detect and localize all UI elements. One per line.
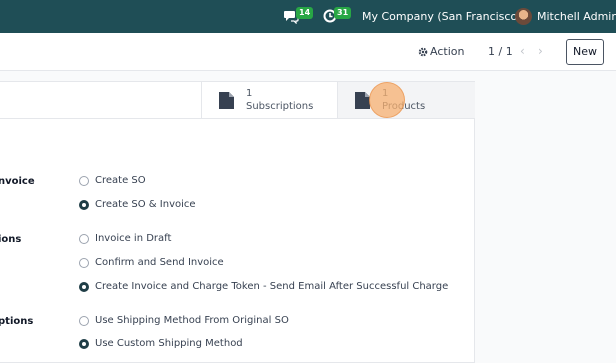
action-label: Action <box>430 45 465 58</box>
radio-button-checked[interactable] <box>79 339 89 349</box>
chevron-right-icon[interactable]: › <box>538 44 543 58</box>
products-stat-button[interactable]: 1 Products <box>337 82 475 118</box>
click-highlight <box>369 82 405 118</box>
radio-button[interactable] <box>79 316 89 326</box>
radio-label: Confirm and Send Invoice <box>95 257 224 268</box>
chat-count-badge: 14 <box>296 7 314 19</box>
user-menu[interactable]: Mitchell Admin <box>537 10 616 23</box>
document-icon <box>219 92 234 109</box>
subscriptions-label: Subscriptions <box>246 101 314 112</box>
radio-label: Use Shipping Method From Original SO <box>95 315 289 326</box>
document-icon <box>355 92 370 109</box>
control-panel: Action 1 / 1 ‹ › New <box>0 33 616 71</box>
new-button[interactable]: New <box>566 39 604 65</box>
pager-value[interactable]: 1 / 1 <box>488 45 513 58</box>
top-navbar: 14 31 My Company (San Francisco) Mitchel… <box>0 0 616 33</box>
radio-button-checked[interactable] <box>79 200 89 210</box>
action-button[interactable]: Action <box>418 45 464 58</box>
radio-button[interactable] <box>79 258 89 268</box>
company-switcher[interactable]: My Company (San Francisco) <box>362 10 521 23</box>
avatar[interactable] <box>515 8 532 25</box>
radio-label: Invoice in Draft <box>95 233 172 244</box>
gear-icon <box>418 47 428 57</box>
radio-label: Create SO <box>95 175 146 186</box>
radio-button-checked[interactable] <box>79 282 89 292</box>
radio-label: Create Invoice and Charge Token - Send E… <box>95 281 449 292</box>
subscriptions-stat-button[interactable]: 1 Subscriptions <box>201 82 338 118</box>
field-label-actions: ions <box>0 234 22 245</box>
radio-button[interactable] <box>79 176 89 186</box>
field-label-invoice: nvoice <box>0 176 35 187</box>
activity-count-badge: 31 <box>334 7 352 19</box>
radio-button[interactable] <box>79 234 89 244</box>
chevron-left-icon[interactable]: ‹ <box>520 44 525 58</box>
radio-label: Use Custom Shipping Method <box>95 338 243 349</box>
radio-label: Create SO & Invoice <box>95 199 196 210</box>
field-label-shipping-options: ptions <box>0 316 34 327</box>
subscriptions-count: 1 <box>246 88 253 99</box>
